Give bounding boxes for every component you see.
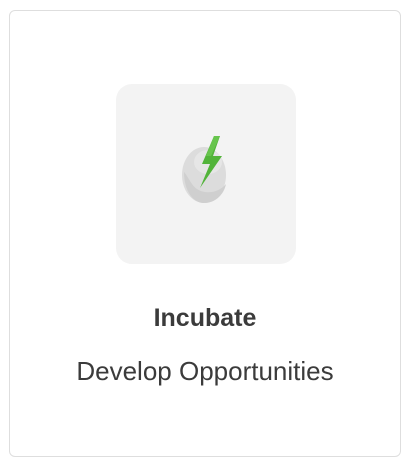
egg-lightning-icon: [182, 136, 226, 203]
card-title: Incubate: [153, 304, 257, 332]
card-subtitle: Develop Opportunities: [76, 356, 334, 386]
icon-tile: [116, 84, 296, 264]
incubate-card[interactable]: Incubate Develop Opportunities: [9, 10, 401, 457]
